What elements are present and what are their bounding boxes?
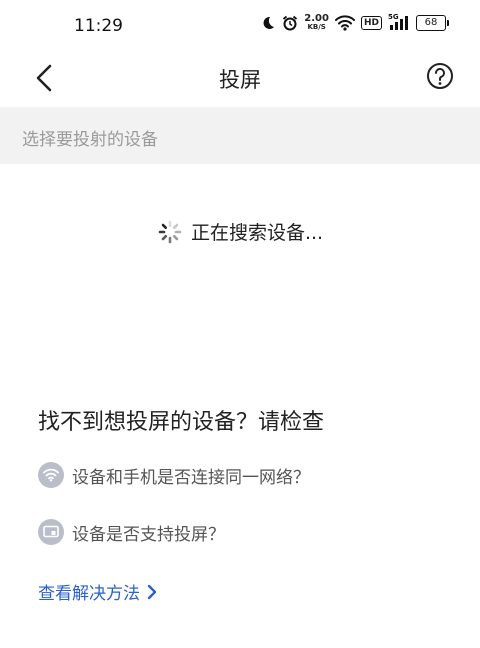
- cast-icon: [38, 519, 64, 545]
- help-button[interactable]: [426, 62, 454, 90]
- net-speed-value: 2.00: [304, 13, 329, 24]
- device-section-header: 选择要投射的设备: [0, 107, 480, 164]
- wifi-status-icon: [334, 15, 355, 31]
- status-time: 11:29: [74, 16, 123, 36]
- header: 投屏: [0, 52, 480, 106]
- solution-link-text: 查看解决方法: [38, 584, 140, 604]
- wifi-icon: [38, 462, 64, 488]
- hd-badge: HD: [360, 16, 382, 30]
- check-item-text: 设备和手机是否连接同一网络？: [72, 467, 310, 488]
- view-solution-link[interactable]: 查看解决方法: [38, 579, 158, 604]
- net-speed: 2.00 KB/S: [304, 14, 329, 32]
- check-item-cast-support: 设备是否支持投屏？: [38, 519, 225, 545]
- status-icons: 2.00 KB/S HD 5G 68: [260, 13, 449, 32]
- loading-spinner-icon: [158, 220, 182, 243]
- check-item-text: 设备是否支持投屏？: [72, 524, 225, 545]
- help-title: 找不到想投屏的设备？请检查: [38, 410, 325, 435]
- battery-icon: 68: [416, 15, 449, 31]
- alarm-icon: [282, 15, 298, 31]
- status-bar: 11:29 2.00 KB/S HD 5G 68: [0, 0, 480, 52]
- signal-icon: 5G: [388, 13, 410, 31]
- check-item-network: 设备和手机是否连接同一网络？: [38, 462, 310, 488]
- section-label: 选择要投射的设备: [22, 130, 158, 150]
- moon-icon: [260, 15, 276, 31]
- chevron-right-icon: [147, 584, 157, 599]
- searching-text: 正在搜索设备...: [190, 222, 324, 244]
- net-speed-unit: KB/S: [307, 23, 326, 31]
- page-title: 投屏: [219, 68, 261, 92]
- help-icon: [427, 63, 453, 89]
- searching-indicator: 正在搜索设备...: [0, 218, 480, 245]
